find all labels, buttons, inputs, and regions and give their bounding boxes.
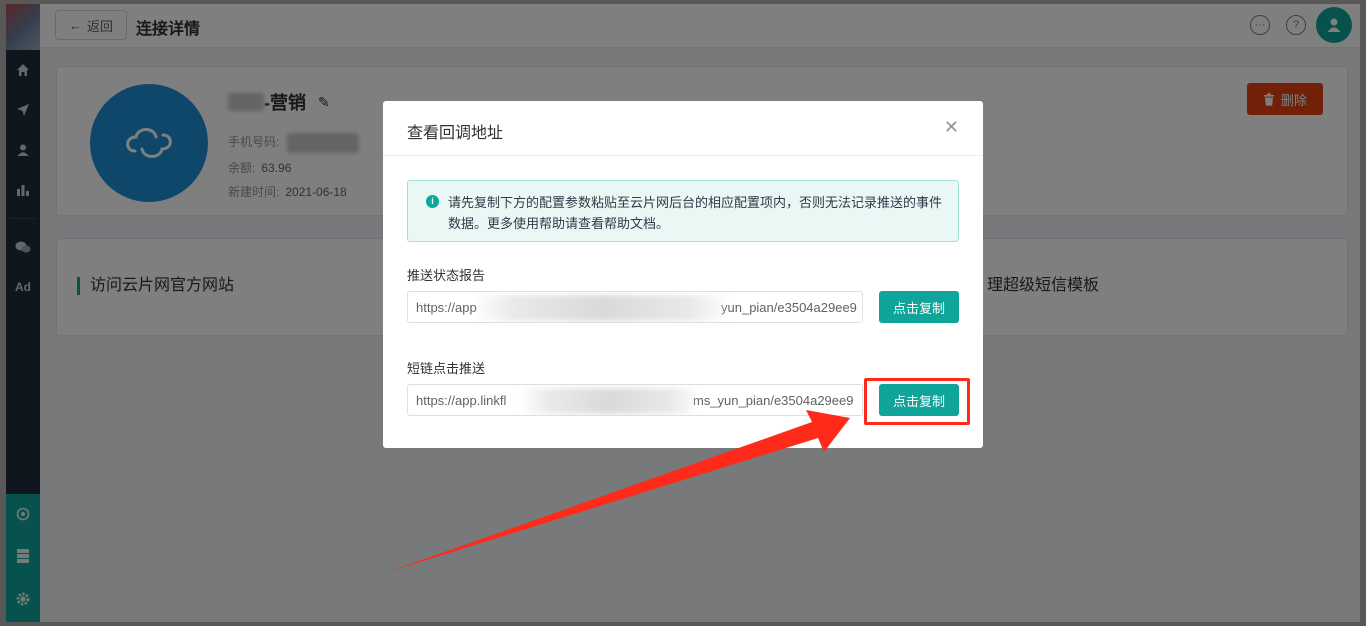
annotation-arrow-shape [388,410,850,572]
app-window: Ad ← 返回 连接详情 ··· ? [6,4,1360,622]
annotation-arrow [388,410,850,572]
